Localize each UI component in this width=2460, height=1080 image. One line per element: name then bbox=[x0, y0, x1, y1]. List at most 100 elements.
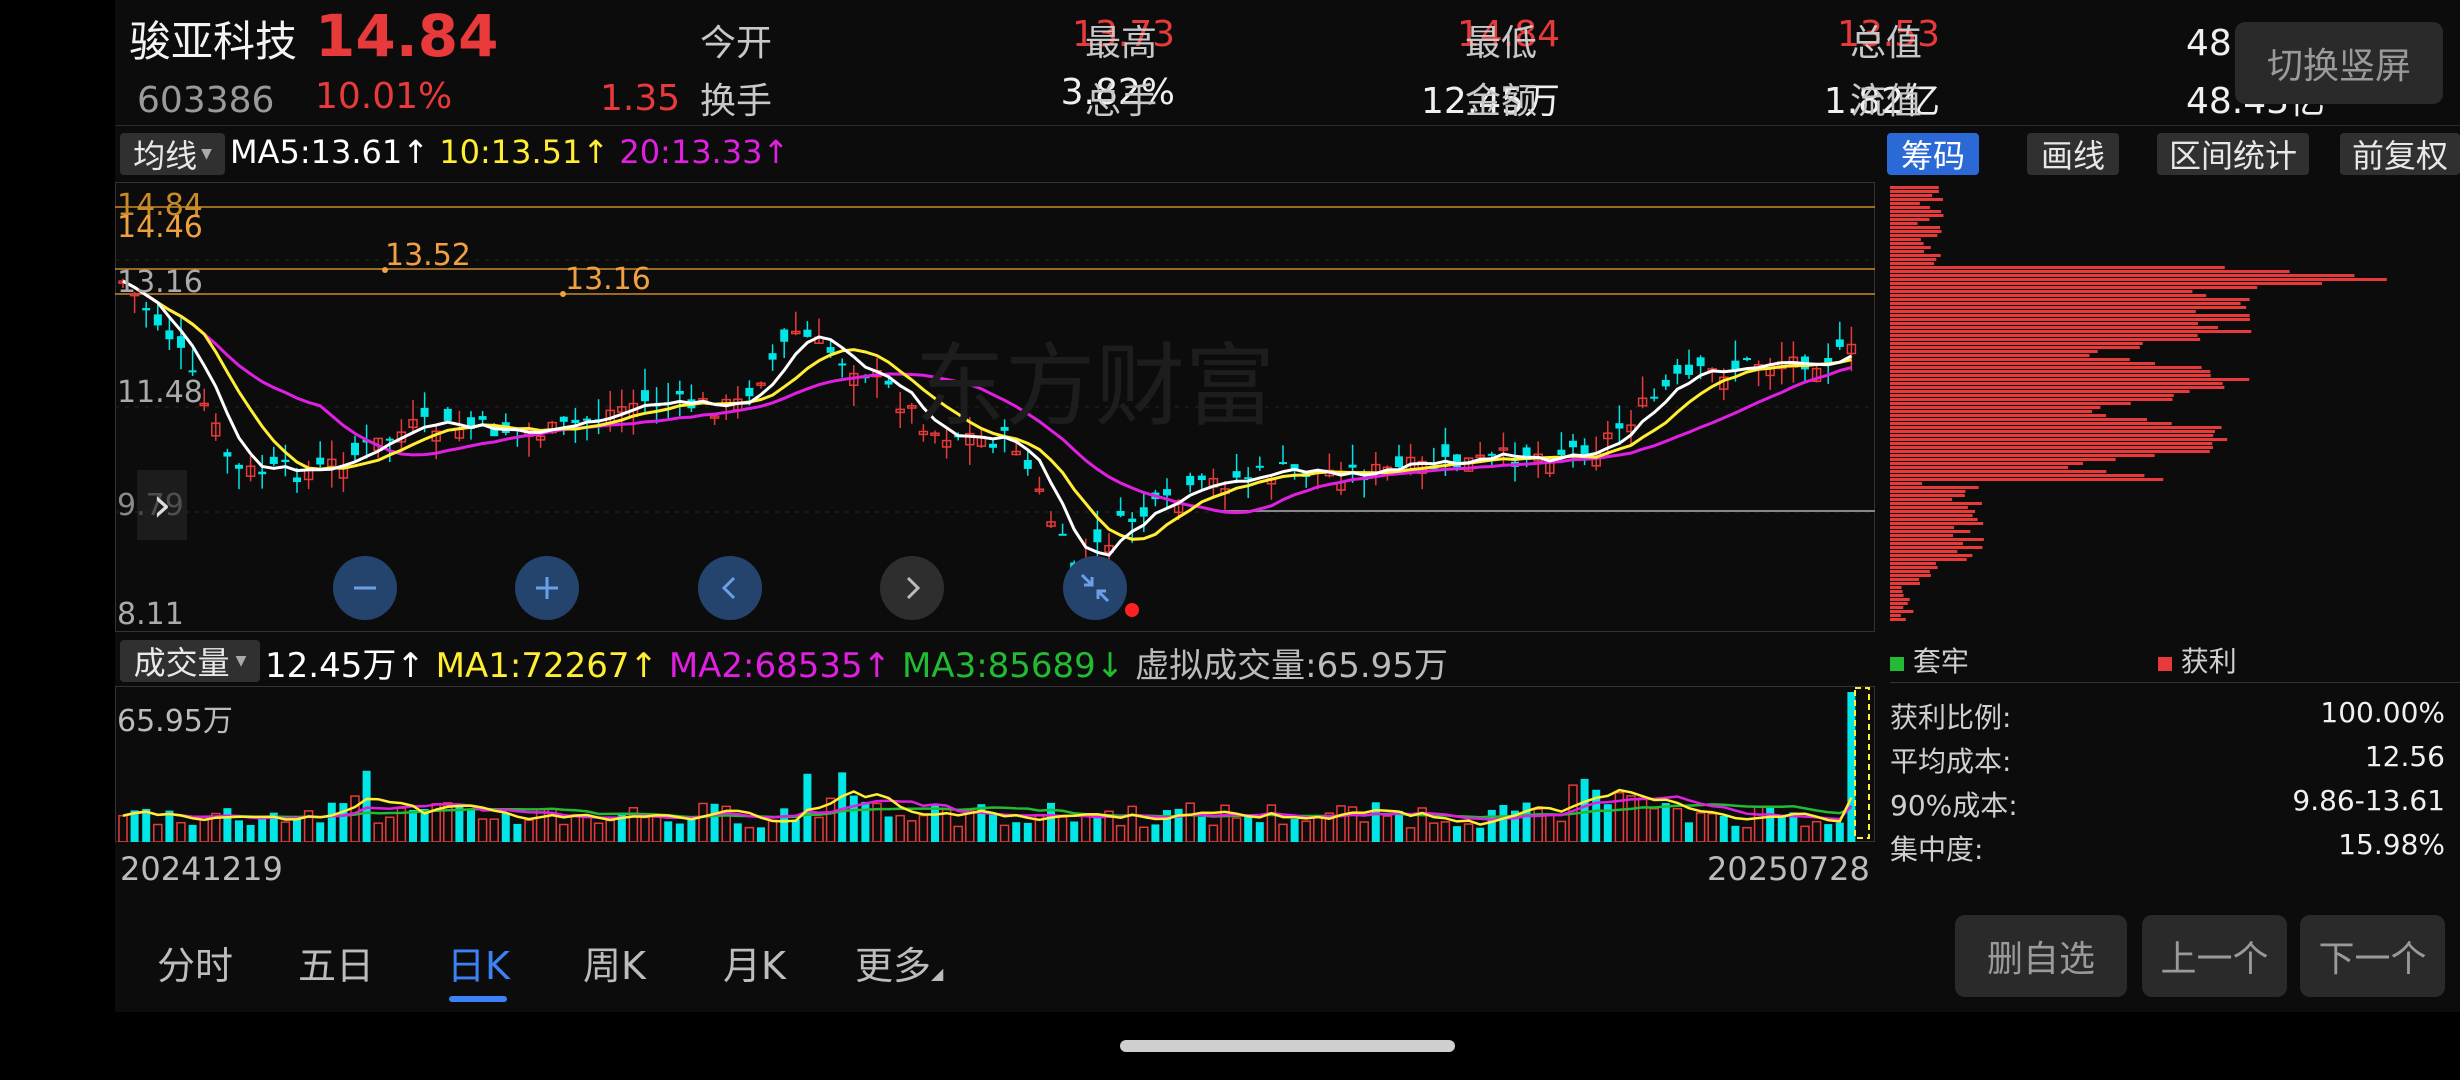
candle-body bbox=[1128, 518, 1137, 522]
volume-bar bbox=[1685, 822, 1693, 842]
tool-price-adjust[interactable]: 前复权 bbox=[2340, 133, 2460, 175]
chip-bar bbox=[1890, 390, 2190, 393]
volume-bar bbox=[849, 795, 858, 842]
next-stock-button[interactable]: 下一个 bbox=[2300, 915, 2445, 997]
volume-bar bbox=[1012, 822, 1021, 842]
price-axis-mid: 11.48 bbox=[117, 375, 203, 410]
candle-body bbox=[1197, 475, 1206, 481]
home-indicator[interactable] bbox=[1120, 1040, 1455, 1052]
stat-label-turnover: 换手 bbox=[700, 81, 773, 122]
switch-portrait-button[interactable]: 切换竖屏 bbox=[2235, 22, 2443, 104]
candle-body bbox=[1395, 456, 1403, 467]
volume-bar bbox=[1290, 818, 1299, 842]
ma-selector[interactable]: 均线 ▼ bbox=[120, 133, 225, 175]
virtual-volume: 虚拟成交量:65.95万 bbox=[1135, 646, 1448, 686]
stat-label-open: 今开 bbox=[700, 23, 773, 64]
stat-label-amount: 金额 bbox=[1465, 81, 1538, 122]
scroll-left-button[interactable] bbox=[698, 556, 762, 620]
previous-stock-button[interactable]: 上一个 bbox=[2142, 915, 2287, 997]
tab-intraday[interactable]: 分时 bbox=[157, 935, 233, 990]
candle-body bbox=[1650, 396, 1659, 399]
chevron-left-icon bbox=[721, 576, 736, 600]
volume-bar bbox=[884, 816, 893, 842]
volume-bar bbox=[1244, 816, 1253, 842]
chip-bar bbox=[1890, 190, 1939, 193]
scroll-right-button[interactable] bbox=[880, 556, 944, 620]
volume-bar bbox=[1766, 807, 1775, 842]
expand-left-button[interactable]: › bbox=[137, 470, 187, 540]
chip-bar bbox=[1890, 590, 1903, 593]
legend-profit-marker bbox=[2157, 657, 2172, 671]
chip-bar bbox=[1890, 258, 1937, 261]
tab-monthly-k[interactable]: 月K bbox=[723, 935, 786, 990]
vol-ma1: MA1:72267 bbox=[435, 646, 630, 686]
volume-bar bbox=[687, 817, 696, 842]
volume-bar bbox=[501, 813, 510, 842]
chip-bar bbox=[1890, 490, 1966, 493]
zoom-in-button[interactable] bbox=[515, 556, 579, 620]
tool-chips[interactable]: 筹码 bbox=[1887, 133, 1979, 175]
collapse-button[interactable] bbox=[1063, 556, 1127, 620]
volume-chart[interactable] bbox=[115, 686, 1875, 842]
current-price: 14.84 bbox=[315, 2, 499, 70]
candle-body bbox=[165, 330, 174, 340]
chip-bar bbox=[1890, 242, 1924, 245]
volume-bar bbox=[235, 820, 243, 842]
volume-bar bbox=[1719, 815, 1728, 842]
chip-legend: 套牢 获利 bbox=[1890, 640, 2237, 680]
legend-profit: 获利 bbox=[2180, 645, 2237, 678]
volume-bar bbox=[1522, 802, 1531, 842]
candle-body bbox=[768, 353, 777, 360]
chip-bar bbox=[1890, 198, 1943, 201]
chip-stat-concentration: 15.98% bbox=[2338, 828, 2445, 861]
candle-body bbox=[385, 438, 394, 441]
chip-bar bbox=[1890, 326, 2219, 329]
chip-bar bbox=[1890, 306, 2247, 309]
volume-bar bbox=[1093, 814, 1102, 842]
chip-bar bbox=[1890, 578, 1920, 581]
chip-bar bbox=[1890, 610, 1914, 613]
volume-selector[interactable]: 成交量 ▼ bbox=[120, 640, 260, 682]
chip-bar bbox=[1890, 554, 1973, 557]
volume-bar bbox=[1371, 802, 1380, 842]
chip-bar bbox=[1890, 506, 1968, 509]
volume-bar bbox=[1070, 821, 1079, 842]
candle-body bbox=[1232, 471, 1241, 478]
tool-draw-line[interactable]: 画线 bbox=[2027, 133, 2119, 175]
zoom-out-button[interactable] bbox=[333, 556, 397, 620]
tool-range-stats[interactable]: 区间统计 bbox=[2157, 133, 2309, 175]
vol-ma2: MA2:68535 bbox=[668, 646, 863, 686]
chip-bar bbox=[1890, 546, 1983, 549]
level-label-13-52: 13.52 bbox=[385, 238, 471, 273]
chip-bar bbox=[1890, 526, 1955, 529]
candle-body bbox=[641, 390, 649, 402]
candle-body bbox=[1487, 453, 1496, 456]
tab-daily-k[interactable]: 日K bbox=[447, 935, 510, 990]
chip-stat-label-profit-ratio: 获利比例: bbox=[1890, 701, 2012, 734]
chip-bar bbox=[1890, 530, 1971, 533]
chip-bar bbox=[1890, 398, 2173, 401]
chip-bar bbox=[1890, 514, 1973, 517]
volume-bar bbox=[1255, 822, 1264, 842]
candle-body bbox=[316, 457, 325, 465]
chip-bar bbox=[1890, 594, 1904, 597]
candle-body bbox=[478, 416, 487, 420]
candle-body bbox=[443, 408, 452, 421]
tab-five-day[interactable]: 五日 bbox=[298, 935, 374, 990]
volume-bar bbox=[1163, 810, 1171, 842]
chip-stat-label-concentration: 集中度: bbox=[1890, 833, 1984, 866]
chip-stat-90-cost: 9.86-13.61 bbox=[2292, 784, 2445, 817]
chip-bar bbox=[1890, 266, 2225, 269]
chip-bar bbox=[1890, 254, 1941, 257]
tab-more[interactable]: 更多◢ bbox=[855, 935, 943, 990]
remove-watchlist-button[interactable]: 删自选 bbox=[1955, 915, 2127, 997]
chip-bar bbox=[1890, 234, 1938, 237]
legend-trapped: 套牢 bbox=[1912, 645, 1969, 678]
volume-bar bbox=[1151, 824, 1160, 842]
candle-body bbox=[571, 419, 580, 424]
tab-weekly-k[interactable]: 周K bbox=[583, 935, 646, 990]
candle-body bbox=[1835, 339, 1844, 347]
chip-bar bbox=[1890, 362, 2155, 365]
volume-bar bbox=[1395, 810, 1403, 842]
chip-distribution-chart[interactable] bbox=[1890, 182, 2460, 632]
